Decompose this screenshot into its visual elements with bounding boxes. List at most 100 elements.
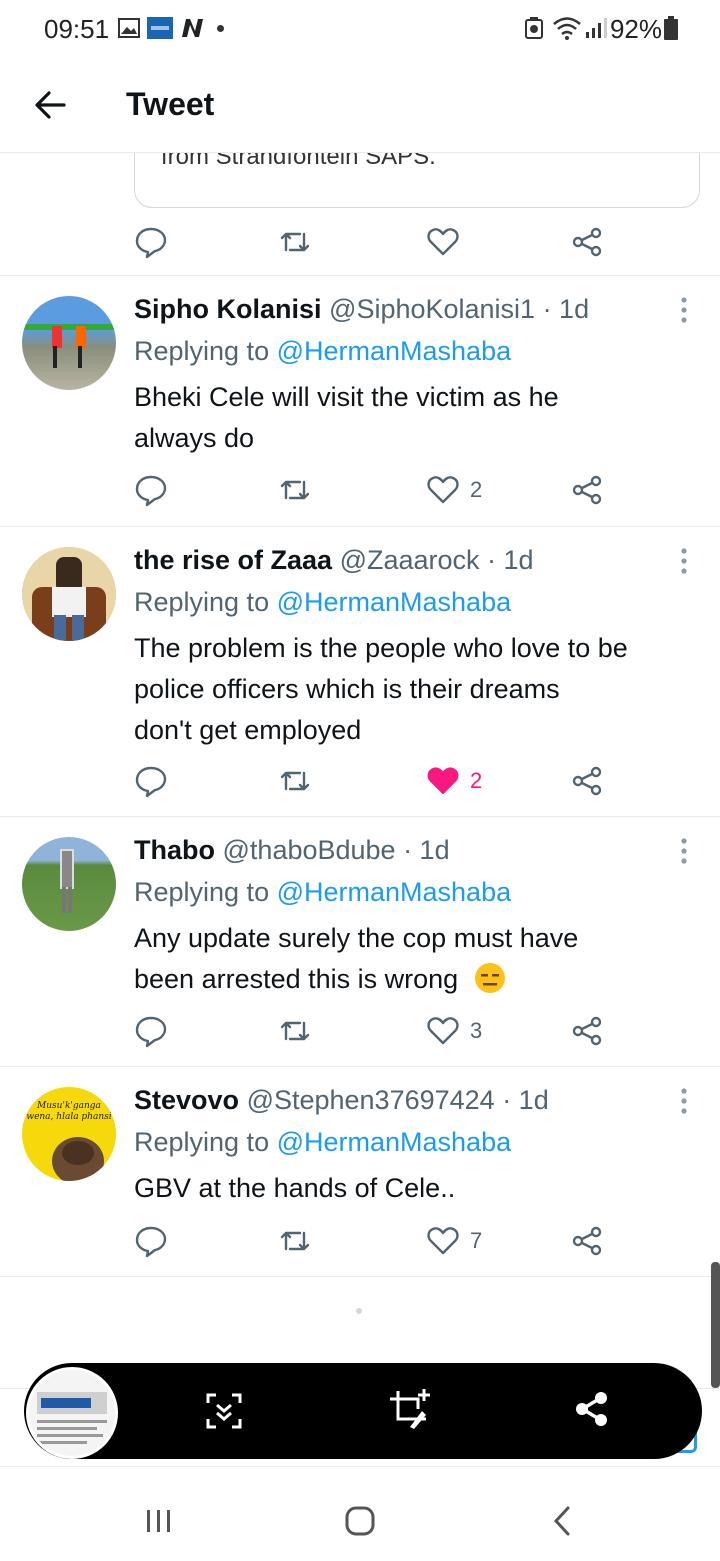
share-button[interactable] bbox=[570, 1011, 604, 1051]
share-button[interactable] bbox=[570, 470, 604, 510]
reply-tweet[interactable]: Sipho Kolanisi @SiphoKolanisi1 · 1d Repl… bbox=[0, 276, 720, 526]
retweet-button[interactable] bbox=[278, 1011, 312, 1051]
system-nav-bar bbox=[0, 1466, 720, 1561]
tweet-author-line: Stevovo @Stephen37697424 · 1d bbox=[134, 1085, 549, 1116]
more-options-icon[interactable] bbox=[676, 1087, 692, 1117]
share-button[interactable] bbox=[570, 222, 604, 262]
replying-to: Replying to @HermanMashaba bbox=[134, 877, 511, 908]
share-icon bbox=[572, 1016, 602, 1046]
replying-to: Replying to @HermanMashaba bbox=[134, 336, 511, 367]
reply-icon bbox=[135, 1016, 167, 1048]
heart-icon bbox=[427, 228, 459, 256]
like-button[interactable]: 7 bbox=[426, 1221, 482, 1261]
like-button[interactable]: 2 bbox=[426, 470, 482, 510]
tweet-actions: 7 bbox=[134, 1221, 614, 1261]
signal-icon bbox=[586, 18, 607, 38]
share-button[interactable] bbox=[570, 761, 604, 801]
more-options-icon[interactable] bbox=[676, 547, 692, 577]
reply-button[interactable] bbox=[134, 222, 168, 262]
avatar[interactable] bbox=[22, 296, 116, 390]
author-name[interactable]: Thabo bbox=[134, 835, 215, 865]
retweet-button[interactable] bbox=[278, 222, 312, 262]
loading-indicator bbox=[356, 1308, 362, 1314]
tweet-text: GBV at the hands of Cele.. bbox=[134, 1168, 704, 1209]
wifi-icon bbox=[553, 17, 581, 40]
gallery-notification-icon bbox=[118, 18, 140, 38]
share-icon[interactable] bbox=[574, 1391, 610, 1427]
reply-tweet[interactable]: the rise of Zaaa @Zaaarock · 1d Replying… bbox=[0, 527, 720, 817]
expressionless-emoji-icon bbox=[474, 963, 505, 993]
retweet-icon bbox=[280, 771, 310, 791]
tweet-text-line: don't get employed bbox=[134, 715, 362, 745]
author-handle: @Stephen37697424 · 1d bbox=[246, 1085, 549, 1115]
scrollbar[interactable] bbox=[711, 1262, 720, 1388]
tweet-text-line: GBV at the hands of Cele.. bbox=[134, 1173, 456, 1203]
reply-button[interactable] bbox=[134, 1011, 168, 1051]
tweet-text-line: Any update surely the cop must have bbox=[134, 923, 579, 953]
status-time: 09:51 bbox=[44, 14, 110, 44]
reply-icon bbox=[135, 766, 167, 798]
reply-tweet[interactable]: Thabo @thaboBdube · 1d Replying to @Herm… bbox=[0, 817, 720, 1067]
avatar[interactable] bbox=[22, 837, 116, 931]
app-bar: Tweet bbox=[0, 60, 720, 153]
tweet-author-line: Thabo @thaboBdube · 1d bbox=[134, 835, 450, 866]
tweet-author-line: Sipho Kolanisi @SiphoKolanisi1 · 1d bbox=[134, 294, 589, 325]
like-count: 7 bbox=[470, 1228, 483, 1253]
mention-link[interactable]: @HermanMashaba bbox=[277, 1127, 512, 1157]
share-icon bbox=[572, 227, 602, 257]
retweet-button[interactable] bbox=[278, 761, 312, 801]
mention-link[interactable]: @HermanMashaba bbox=[277, 877, 512, 907]
retweet-button[interactable] bbox=[278, 1221, 312, 1261]
retweet-icon bbox=[280, 1231, 310, 1251]
reply-button[interactable] bbox=[134, 470, 168, 510]
like-count: 2 bbox=[470, 768, 483, 793]
author-handle: @SiphoKolanisi1 · 1d bbox=[329, 294, 590, 324]
n-app-icon bbox=[182, 19, 203, 37]
author-name[interactable]: Stevovo bbox=[134, 1085, 239, 1115]
more-options-icon[interactable] bbox=[676, 837, 692, 867]
recent-apps-icon[interactable] bbox=[144, 1507, 174, 1535]
reply-button[interactable] bbox=[134, 1221, 168, 1261]
tweet-author-line: the rise of Zaaa @Zaaarock · 1d bbox=[134, 545, 534, 576]
screenshot-thumbnail[interactable] bbox=[26, 1367, 118, 1459]
mention-link[interactable]: @HermanMashaba bbox=[277, 336, 512, 366]
main-tweet-actions bbox=[134, 222, 614, 262]
more-options-icon[interactable] bbox=[676, 296, 692, 326]
tweet-actions: 3 bbox=[134, 1011, 614, 1051]
like-button[interactable] bbox=[426, 222, 460, 262]
back-arrow-icon[interactable] bbox=[34, 90, 66, 120]
scroll-capture-icon[interactable] bbox=[206, 1393, 242, 1429]
share-icon bbox=[572, 766, 602, 796]
retweet-icon bbox=[280, 1021, 310, 1041]
retweet-button[interactable] bbox=[278, 470, 312, 510]
crop-edit-icon[interactable] bbox=[388, 1389, 430, 1431]
tweet-text-line-content: been arrested this is wrong bbox=[134, 964, 459, 994]
author-name[interactable]: the rise of Zaaa bbox=[134, 545, 332, 575]
tweet-text: Bheki Cele will visit the victim as he a… bbox=[134, 377, 704, 459]
back-icon[interactable] bbox=[550, 1505, 574, 1537]
reply-button[interactable] bbox=[134, 761, 168, 801]
tweet-text-line: police officers which is their dreams bbox=[134, 674, 560, 704]
share-button[interactable] bbox=[570, 1221, 604, 1261]
replying-label: Replying to bbox=[134, 877, 277, 907]
reply-icon bbox=[135, 227, 167, 259]
share-icon bbox=[572, 475, 602, 505]
home-icon[interactable] bbox=[344, 1505, 376, 1537]
news-notification-icon bbox=[147, 17, 173, 39]
reply-icon bbox=[135, 1226, 167, 1258]
divider bbox=[0, 1276, 720, 1277]
like-button[interactable]: 3 bbox=[426, 1011, 482, 1051]
like-button[interactable]: 2 bbox=[426, 761, 482, 801]
replying-label: Replying to bbox=[134, 1127, 277, 1157]
avatar[interactable] bbox=[22, 547, 116, 641]
avatar[interactable]: Musu'k'ganga wena, hlala phansi bbox=[22, 1087, 116, 1181]
reply-tweet[interactable]: Musu'k'ganga wena, hlala phansi Stevovo … bbox=[0, 1067, 720, 1277]
like-count: 3 bbox=[470, 1018, 483, 1043]
heart-icon bbox=[427, 1227, 459, 1255]
battery-percent: 92% bbox=[609, 14, 662, 44]
retweet-icon bbox=[280, 232, 310, 252]
author-name[interactable]: Sipho Kolanisi bbox=[134, 294, 322, 324]
mention-link[interactable]: @HermanMashaba bbox=[277, 587, 512, 617]
page-title: Tweet bbox=[126, 86, 215, 122]
reply-icon bbox=[135, 475, 167, 507]
